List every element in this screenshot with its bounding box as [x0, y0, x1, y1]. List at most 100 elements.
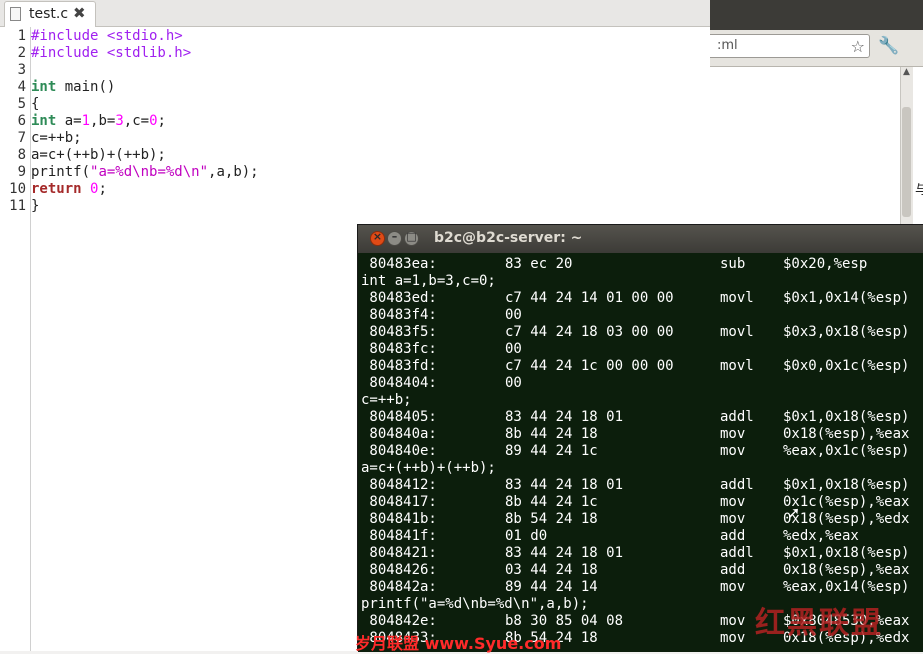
- disasm-bytes: 8b 44 24 1c: [505, 494, 598, 510]
- disasm-opcode: addl: [720, 477, 754, 493]
- disasm-line: 8048426: 03 44 24 18 add 0x18(%esp),%eax: [361, 562, 921, 579]
- disasm-address: 804841f:: [361, 528, 437, 544]
- disasm-line: 80483fc: 00: [361, 341, 921, 358]
- disasm-line: 80483f4: 00: [361, 307, 921, 324]
- disasm-bytes: 00: [505, 375, 522, 391]
- disasm-opcode: mov: [720, 511, 746, 527]
- disasm-operands: 0x1c(%esp),%eax: [783, 494, 910, 510]
- code-line[interactable]: int a=1,b=3,c=0;: [31, 113, 166, 130]
- code-token: #include <stdlib.h>: [31, 45, 192, 61]
- code-token: 3: [115, 113, 124, 129]
- scrollbar-thumb[interactable]: [902, 107, 911, 217]
- wrench-icon[interactable]: 🔧: [878, 36, 899, 56]
- code-line[interactable]: {: [31, 96, 39, 113]
- disasm-bytes: 00: [505, 307, 522, 323]
- disasm-bytes: b8 30 85 04 08: [505, 613, 624, 629]
- disasm-line: 80483ed: c7 44 24 14 01 00 00 movl $0x1,0x1…: [361, 290, 921, 307]
- disasm-bytes: 83 44 24 18 01: [505, 545, 624, 561]
- disasm-line: 8048404: 00: [361, 375, 921, 392]
- disasm-operands: $0x3,0x18(%esp): [783, 324, 910, 340]
- terminal-close-button[interactable]: ×: [370, 230, 385, 246]
- disasm-operands: %eax,0x1c(%esp): [783, 443, 910, 459]
- disasm-opcode: add: [720, 562, 746, 578]
- disasm-operands: 0x18(%esp),%edx: [783, 511, 910, 527]
- disasm-operands: $0x1,0x14(%esp): [783, 290, 910, 306]
- disasm-opcode: movl: [720, 290, 754, 306]
- disasm-opcode: addl: [720, 545, 754, 561]
- disasm-address: 804842a:: [361, 579, 437, 595]
- disasm-operands: $0x1,0x18(%esp): [783, 545, 910, 561]
- source-line: c=++b;: [361, 392, 412, 408]
- disasm-opcode: sub: [720, 256, 746, 272]
- code-token: "a=%d\nb=%d\n": [90, 164, 209, 180]
- code-token: #include <stdio.h>: [31, 28, 183, 44]
- disasm-opcode: mov: [720, 579, 746, 595]
- disasm-line: 804842a: 89 44 24 14 mov %eax,0x14(%esp): [361, 579, 921, 596]
- disasm-address: 804840e:: [361, 443, 437, 459]
- code-line[interactable]: int main(): [31, 79, 115, 96]
- disasm-operands: $0x20,%esp: [783, 256, 868, 272]
- code-line[interactable]: c=++b;: [31, 130, 82, 147]
- side-glyph: 与: [915, 183, 923, 198]
- disasm-bytes: 8b 44 24 18: [505, 426, 598, 442]
- watermark-right: 红黑联盟: [755, 606, 883, 641]
- disasm-bytes: 83 44 24 18 01: [505, 409, 624, 425]
- disasm-line: 80483ea: 83 ec 20 sub $0x20,%esp: [361, 256, 921, 273]
- disasm-bytes: 00: [505, 341, 522, 357]
- maximize-icon: □: [406, 230, 417, 243]
- bookmark-star-icon[interactable]: ☆: [851, 37, 865, 56]
- code-token: a=: [56, 113, 82, 129]
- disasm-line: 804841b: 8b 54 24 18 mov 0x18(%esp),%edx: [361, 511, 921, 528]
- disasm-line: 804840a: 8b 44 24 18 mov 0x18(%esp),%eax: [361, 426, 921, 443]
- disasm-bytes: 89 44 24 14: [505, 579, 598, 595]
- code-token: main(): [56, 79, 116, 95]
- code-line[interactable]: #include <stdlib.h>: [31, 45, 191, 62]
- document-icon: [10, 7, 21, 21]
- code-token: c=++b;: [31, 130, 82, 146]
- code-line[interactable]: }: [31, 198, 39, 215]
- disasm-address: 8048405:: [361, 409, 437, 425]
- address-bar-text: :ml: [717, 38, 738, 53]
- code-line[interactable]: #include <stdio.h>: [31, 28, 183, 45]
- source-line: int a=1,b=3,c=0;: [361, 273, 496, 289]
- disasm-opcode: mov: [720, 630, 746, 646]
- minimize-icon: –: [391, 230, 398, 243]
- disasm-opcode: mov: [720, 426, 746, 442]
- tab-test-c[interactable]: test.c ✖: [4, 1, 96, 27]
- address-bar[interactable]: :ml ☆: [706, 34, 870, 58]
- watermark-left: 岁月联盟 www.Syue.com: [355, 634, 562, 653]
- disasm-line: 8048417: 8b 44 24 1c mov 0x1c(%esp),%eax: [361, 494, 921, 511]
- code-token: int: [31, 79, 57, 95]
- code-line[interactable]: return 0;: [31, 181, 107, 198]
- code-line[interactable]: printf("a=%d\nb=%d\n",a,b);: [31, 164, 259, 181]
- disasm-line: 80483fd: c7 44 24 1c 00 00 00 movl $0x0,0x1…: [361, 358, 921, 375]
- close-tab-icon[interactable]: ✖: [73, 4, 86, 22]
- disasm-address: 80483f4:: [361, 307, 437, 323]
- disasm-bytes: c7 44 24 1c 00 00 00: [505, 358, 674, 374]
- terminal-titlebar: × – □ b2c@b2c-server: ~: [358, 225, 923, 253]
- disasm-address: 8048404:: [361, 375, 437, 391]
- terminal-maximize-button[interactable]: □: [404, 230, 419, 246]
- terminal-title: b2c@b2c-server: ~: [434, 230, 583, 246]
- disasm-opcode: add: [720, 528, 746, 544]
- disasm-opcode: movl: [720, 358, 754, 374]
- code-token: ,a,b);: [208, 164, 259, 180]
- code-token: a=c+(++b)+(++b);: [31, 147, 166, 163]
- terminal-output[interactable]: 80483ea: 83 ec 20 sub $0x20,%esp int a=1,b=3…: [358, 253, 923, 652]
- code-token: ,c=: [123, 113, 150, 129]
- disasm-operands: 0x18(%esp),%eax: [783, 562, 910, 578]
- scroll-up-icon[interactable]: ▲: [903, 67, 910, 77]
- disasm-operands: $0x0,0x1c(%esp): [783, 358, 910, 374]
- source-line: a=c+(++b)+(++b);: [361, 460, 496, 476]
- disasm-bytes: c7 44 24 18 03 00 00: [505, 324, 674, 340]
- terminal-window: × – □ b2c@b2c-server: ~ 80483ea: 83 ec 20…: [357, 224, 923, 652]
- disasm-opcode: addl: [720, 409, 754, 425]
- disasm-line: 8048405: 83 44 24 18 01 addl $0x1,0x18(%esp…: [361, 409, 921, 426]
- close-icon: ×: [372, 230, 383, 243]
- code-line[interactable]: a=c+(++b)+(++b);: [31, 147, 166, 164]
- disasm-address: 804842e:: [361, 613, 437, 629]
- disasm-operands: $0x1,0x18(%esp): [783, 409, 910, 425]
- code-token: ;: [98, 181, 107, 197]
- terminal-minimize-button[interactable]: –: [387, 230, 402, 246]
